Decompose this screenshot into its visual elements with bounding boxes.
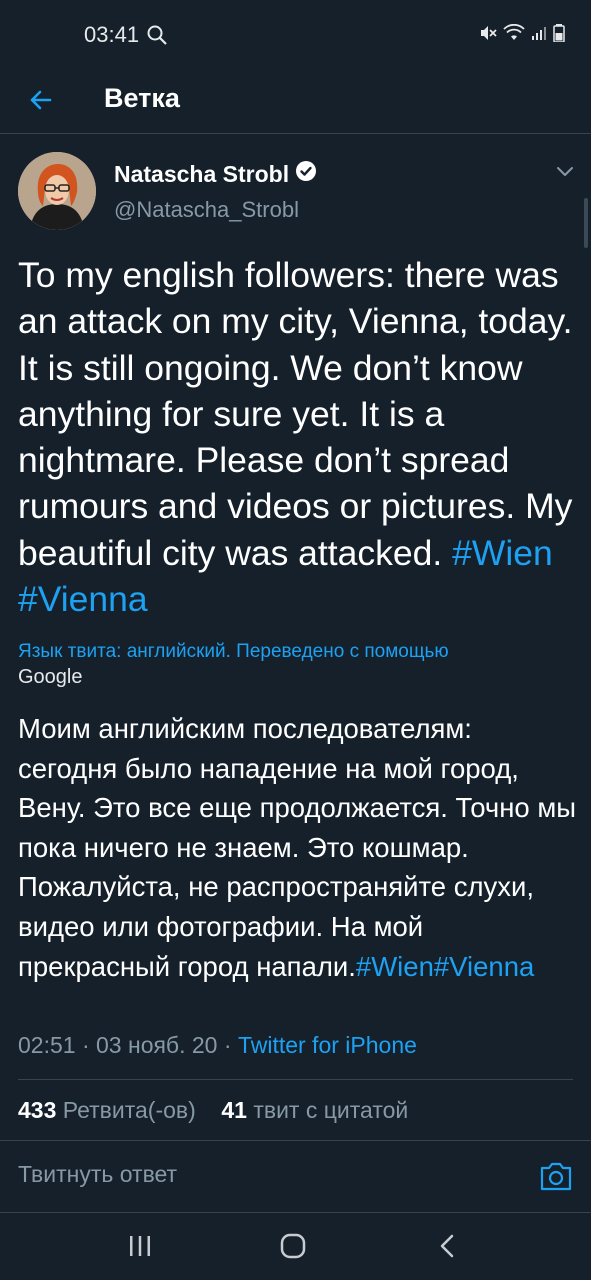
- hashtag-wien[interactable]: #Wien: [452, 533, 553, 573]
- translation-note[interactable]: Язык твита: английский. Переведено с пом…: [18, 641, 578, 663]
- status-bar: 03:41: [0, 0, 591, 68]
- google-logo: Google: [18, 666, 83, 688]
- mute-icon: [479, 24, 497, 47]
- tweet-time: 02:51: [18, 1032, 76, 1058]
- retweets-stat[interactable]: 433 Ретвита(-ов): [18, 1097, 196, 1123]
- tweet-source[interactable]: Twitter for iPhone: [238, 1032, 417, 1058]
- verified-badge-icon: [295, 160, 317, 188]
- meta-separator: ·: [223, 1032, 232, 1058]
- translated-body: Моим английским последователям: сегодня …: [18, 713, 577, 982]
- meta-separator: ·: [81, 1032, 90, 1058]
- system-nav-bar: [0, 1213, 591, 1280]
- quotes-count: 41: [221, 1097, 247, 1123]
- translated-hashtags[interactable]: #Wien#Vienna: [356, 951, 534, 982]
- retweets-label: Ретвита(-ов): [62, 1097, 196, 1123]
- author-name[interactable]: Natascha Strobl: [114, 160, 317, 188]
- quotes-label: твит с цитатой: [253, 1097, 409, 1123]
- status-time: 03:41: [84, 22, 140, 47]
- reply-bar: Твитнуть ответ: [0, 1140, 591, 1213]
- tweet-meta: 02:51 · 03 нояб. 20 · Twitter for iPhone: [18, 1032, 417, 1059]
- system-back-icon[interactable]: [428, 1229, 468, 1263]
- camera-icon[interactable]: [537, 1157, 575, 1195]
- back-arrow-icon[interactable]: [22, 80, 62, 120]
- battery-icon: [553, 24, 565, 47]
- tweet-date: 03 нояб. 20: [96, 1032, 218, 1058]
- avatar[interactable]: [18, 152, 96, 230]
- status-icons: [479, 23, 565, 47]
- hashtag-vienna[interactable]: #Vienna: [18, 579, 148, 619]
- quotes-stat[interactable]: 41 твит с цитатой: [221, 1097, 408, 1123]
- page-title: Ветка: [104, 83, 180, 113]
- home-icon[interactable]: [273, 1229, 313, 1263]
- app-bar: Ветка: [0, 68, 591, 134]
- author-handle[interactable]: @Natascha_Strobl: [114, 197, 299, 223]
- tweet-stats: 433 Ретвита(-ов) 41 твит с цитатой: [18, 1097, 408, 1124]
- author-name-text: Natascha Strobl: [114, 160, 290, 187]
- tweet-text: To my english followers: there was an at…: [18, 252, 578, 622]
- retweets-count: 433: [18, 1097, 57, 1123]
- wifi-icon: [503, 23, 525, 47]
- recent-apps-icon[interactable]: [120, 1229, 160, 1263]
- translated-text: Моим английским последователям: сегодня …: [18, 709, 578, 986]
- reply-input[interactable]: Твитнуть ответ: [18, 1161, 518, 1188]
- signal-icon: [531, 25, 547, 46]
- chevron-down-icon[interactable]: [554, 162, 576, 185]
- scrollbar[interactable]: [584, 198, 588, 248]
- divider: [18, 1079, 573, 1080]
- search-icon: [146, 24, 168, 51]
- tweet-body: To my english followers: there was an at…: [18, 255, 573, 573]
